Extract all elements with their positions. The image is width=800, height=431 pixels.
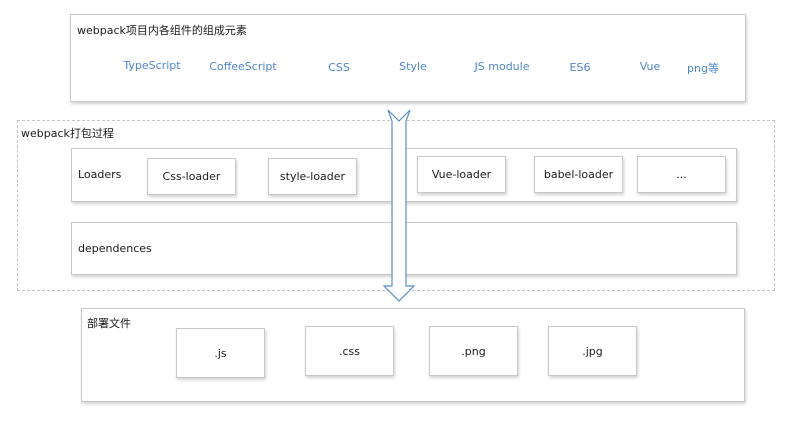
deploy-title: 部署文件: [87, 317, 131, 330]
file-jpg: .jpg: [548, 326, 637, 376]
file-js: .js: [176, 328, 265, 378]
file-png: .png: [429, 326, 518, 376]
flow-arrow-shape: [382, 109, 416, 302]
file-css: .css: [305, 326, 394, 376]
